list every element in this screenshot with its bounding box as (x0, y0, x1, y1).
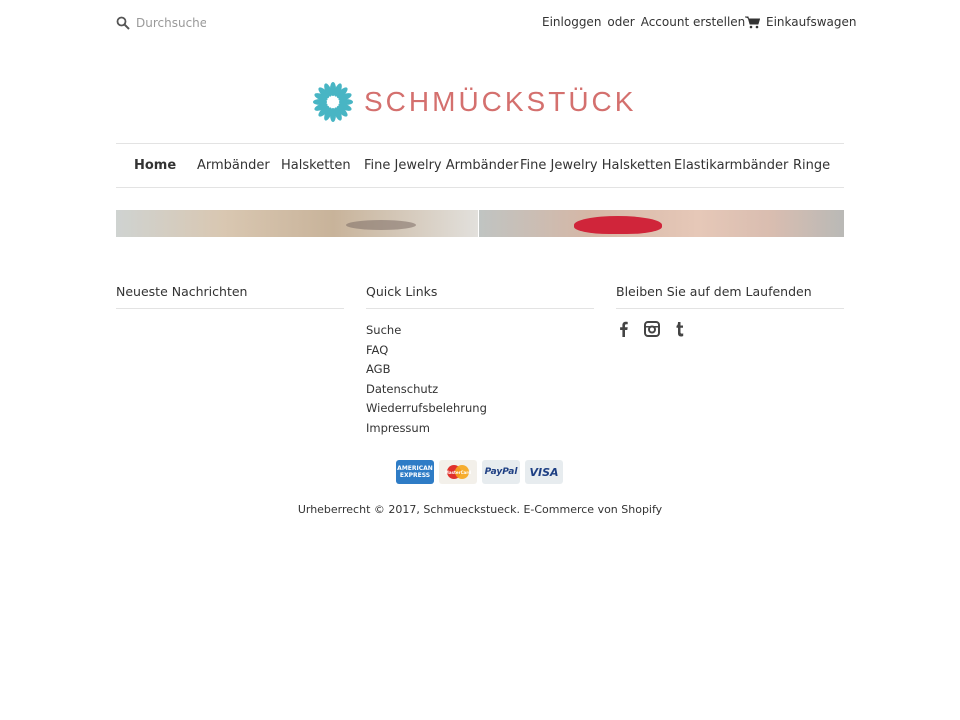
flower-logo-icon (313, 82, 353, 122)
hero-banner[interactable] (116, 210, 844, 237)
or-text: oder (607, 15, 635, 29)
footer-link-agb[interactable]: AGB (366, 360, 594, 380)
amex-icon: AMERICAN EXPRESS (396, 460, 434, 484)
payment-methods: AMERICAN EXPRESS MasterCard PayPal VISA (396, 460, 568, 484)
facebook-icon[interactable] (616, 321, 632, 337)
footer-social-title: Bleiben Sie auf dem Laufenden (616, 284, 844, 309)
footer-links-column: Quick Links Suche FAQ AGB Datenschutz Wi… (366, 284, 594, 438)
footer-link-faq[interactable]: FAQ (366, 341, 594, 361)
search-bar[interactable] (116, 12, 316, 34)
nav-item-fine-jewelry-halsketten[interactable]: Fine Jewelry Halsketten (520, 158, 671, 173)
paypal-icon: PayPal (482, 460, 520, 484)
cart-link[interactable]: Einkaufswagen (745, 15, 856, 29)
copyright-text: Urheberrecht © 2017, Schmueckstueck. E-C… (297, 503, 663, 516)
hero-image-right (479, 210, 844, 237)
footer-link-widerruf[interactable]: Wiederrufsbelehrung (366, 399, 594, 419)
create-account-link[interactable]: Account erstellen (641, 15, 746, 29)
tumblr-icon[interactable] (672, 321, 688, 337)
page: Einloggen oder Account erstellen Einkaufsw… (0, 0, 960, 720)
cart-label: Einkaufswagen (766, 15, 857, 29)
store-logo[interactable]: SCHMÜCKSTÜCK (312, 80, 636, 124)
mastercard-icon: MasterCard (439, 460, 477, 484)
svg-text:MasterCard: MasterCard (445, 470, 471, 475)
main-navigation: Home Armbänder Halsketten Fine Jewelry A… (116, 143, 844, 188)
login-link[interactable]: Einloggen (542, 15, 601, 29)
nav-item-home[interactable]: Home (134, 158, 176, 173)
search-icon[interactable] (116, 16, 130, 30)
footer-social-column: Bleiben Sie auf dem Laufenden (616, 284, 844, 337)
footer-link-suche[interactable]: Suche (366, 321, 594, 341)
search-input[interactable] (136, 16, 206, 30)
nav-item-ringe[interactable]: Ringe (793, 158, 830, 173)
footer-links-title: Quick Links (366, 284, 594, 309)
footer-news-title: Neueste Nachrichten (116, 284, 344, 309)
nav-item-elastikarmbaender[interactable]: Elastikarmbänder (674, 158, 788, 173)
account-links: Einloggen oder Account erstellen (542, 15, 745, 29)
visa-icon: VISA (525, 460, 563, 484)
nav-item-fine-jewelry-armbaender[interactable]: Fine Jewelry Armbänder (364, 158, 518, 173)
instagram-icon[interactable] (644, 321, 660, 337)
hero-image-left (116, 210, 478, 237)
logo-text: SCHMÜCKSTÜCK (364, 86, 637, 117)
footer-news-column: Neueste Nachrichten (116, 284, 344, 309)
footer-link-datenschutz[interactable]: Datenschutz (366, 380, 594, 400)
nav-item-armbaender[interactable]: Armbänder (197, 158, 270, 173)
footer-link-impressum[interactable]: Impressum (366, 419, 594, 439)
cart-icon (745, 16, 760, 28)
nav-item-halsketten[interactable]: Halsketten (281, 158, 351, 173)
